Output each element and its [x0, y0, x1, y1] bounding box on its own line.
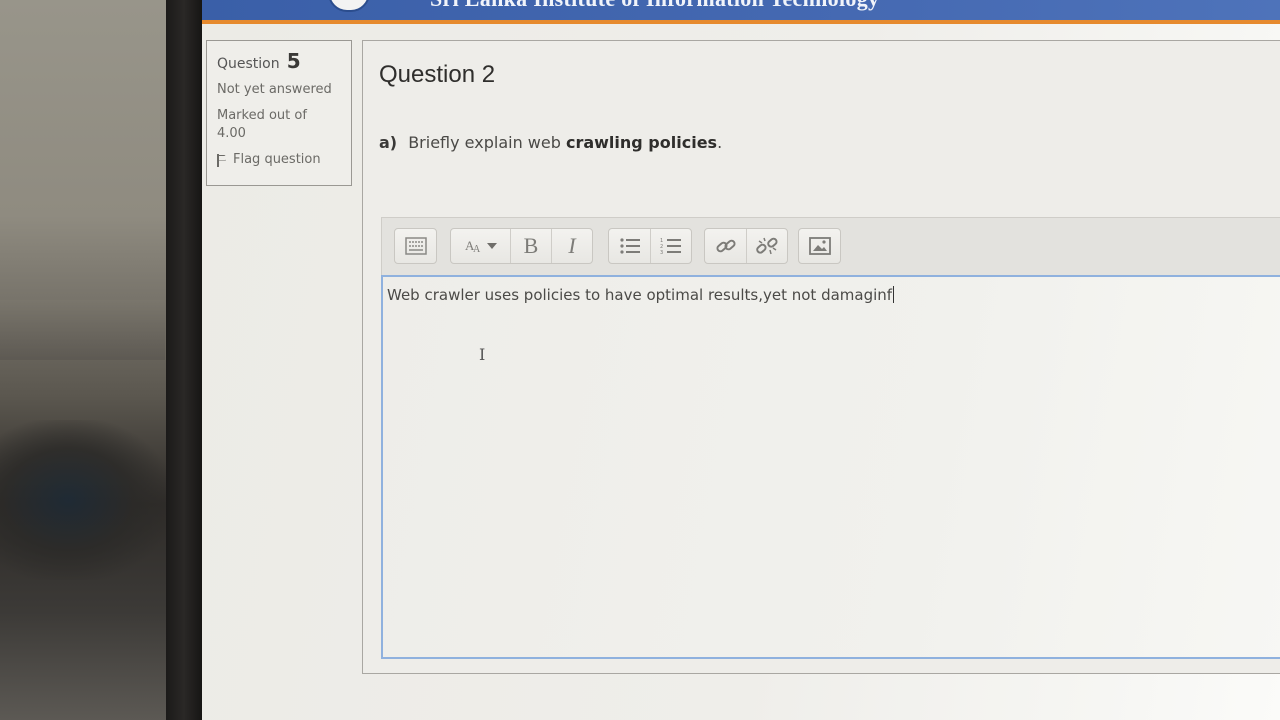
image-icon	[808, 237, 831, 255]
link-icon	[715, 239, 736, 253]
font-size-button[interactable]: A A	[451, 229, 510, 263]
editor-toolbar: A A B I 1 2 3	[381, 217, 1280, 275]
flag-question-link[interactable]: Flag question	[217, 152, 341, 167]
link-button[interactable]	[705, 229, 746, 263]
answer-text: Web crawler uses policies to have optima…	[387, 286, 893, 304]
image-button[interactable]	[799, 229, 840, 263]
question-text: a) Briefly explain web crawling policies…	[379, 133, 722, 152]
mouse-ibeam-cursor: I	[479, 345, 486, 364]
toolbar-toggle-icon	[404, 237, 427, 255]
numbered-list-icon: 1 2 3	[660, 238, 681, 255]
question-text-end: .	[717, 133, 723, 152]
ordered-list-button[interactable]: 1 2 3	[650, 229, 691, 263]
unlink-button[interactable]	[746, 229, 787, 263]
svg-text:A: A	[473, 244, 481, 255]
question-title: Question 2	[379, 61, 496, 88]
flag-question-label: Flag question	[233, 152, 321, 167]
toolbar-group-toggle	[394, 228, 437, 264]
text-caret	[893, 286, 895, 303]
toolbar-group-lists: 1 2 3	[608, 228, 692, 264]
answer-status: Not yet answered	[217, 82, 332, 97]
background-object	[0, 300, 165, 360]
question-number-line: Question 5	[217, 49, 341, 73]
toolbar-toggle-button[interactable]	[395, 229, 436, 263]
question-panel: Question 2 a) Briefly explain web crawli…	[362, 40, 1280, 674]
bold-button[interactable]: B	[510, 229, 551, 263]
toolbar-group-style: A A B I	[450, 228, 593, 264]
toolbar-group-media	[798, 228, 841, 264]
question-number: 5	[286, 49, 301, 73]
font-size-icon: A A	[465, 238, 497, 255]
question-part-label: a)	[379, 133, 398, 152]
unordered-list-button[interactable]	[609, 229, 650, 263]
unlink-icon	[756, 237, 778, 255]
toolbar-group-links	[704, 228, 788, 264]
monitor-bezel	[166, 0, 206, 720]
question-info-panel: Question 5 Not yet answered Marked out o…	[206, 40, 352, 186]
italic-button[interactable]: I	[551, 229, 592, 263]
answer-editor[interactable]: Web crawler uses policies to have optima…	[381, 275, 1280, 659]
header-accent-stripe	[202, 20, 1280, 24]
question-text-bold: crawling policies	[565, 133, 718, 152]
background-object	[0, 420, 170, 580]
bullet-list-icon	[619, 238, 640, 254]
question-text-plain: Briefly explain web	[408, 133, 561, 152]
site-title: Sri Lanka Institute of Information Techn…	[430, 0, 879, 12]
question-label: Question	[217, 56, 280, 72]
background-room	[0, 0, 170, 720]
svg-text:3: 3	[660, 250, 663, 255]
marked-out-of: Marked out of 4.00	[217, 108, 307, 141]
browser-screen: Sri Lanka Institute of Information Techn…	[202, 0, 1280, 720]
flag-icon	[217, 153, 227, 167]
